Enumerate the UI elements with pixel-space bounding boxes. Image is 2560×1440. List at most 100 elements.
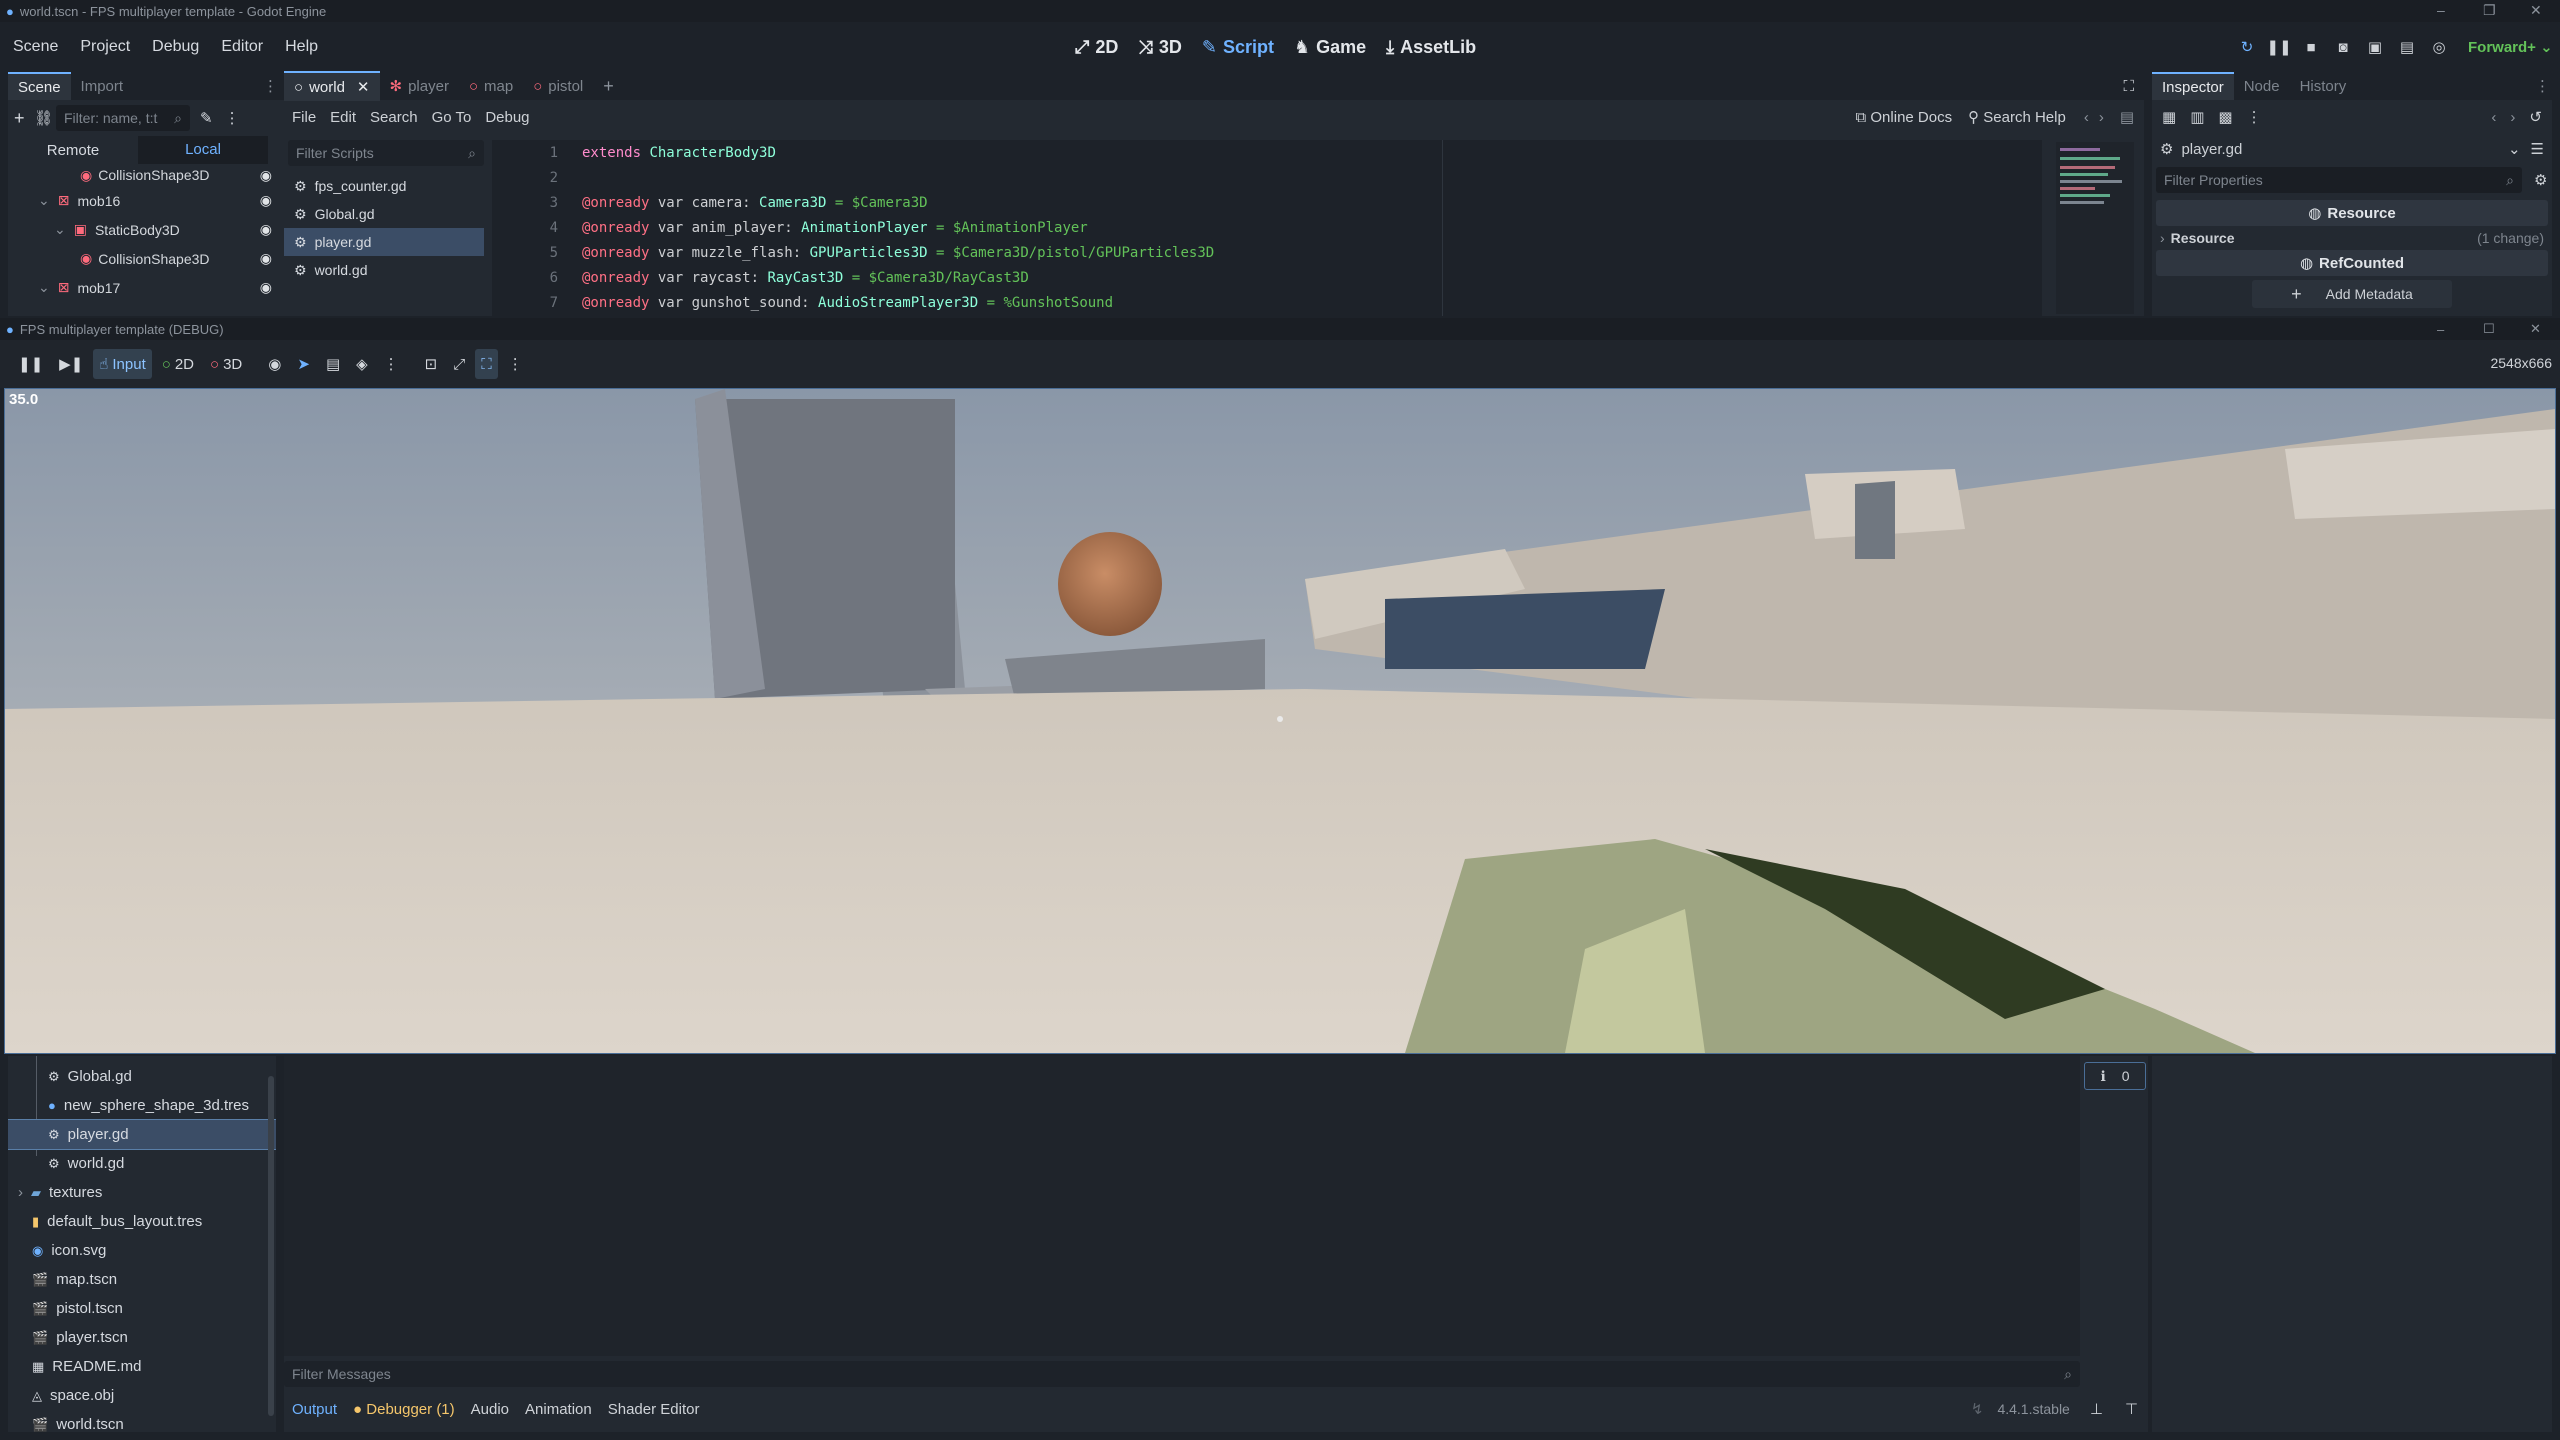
restore-icon[interactable]: ❐ [2483, 2, 2496, 19]
file-item[interactable]: ● new_sphere_shape_3d.tres [8, 1091, 276, 1120]
tab-world[interactable]: ○ world ✕ [284, 71, 380, 101]
local-button[interactable]: Local [138, 136, 268, 164]
script-menu-file[interactable]: File [292, 109, 316, 126]
save-icon[interactable]: ▩ [2218, 108, 2232, 126]
tab-animation[interactable]: Animation [525, 1401, 592, 1418]
script-menu-debug[interactable]: Debug [485, 109, 529, 126]
run-custom-scene-icon[interactable]: ▤ [2394, 34, 2420, 60]
2d-mode-button[interactable]: ○ 2D [156, 349, 200, 379]
script-menu-edit[interactable]: Edit [330, 109, 356, 126]
menu-editor[interactable]: Editor [221, 38, 263, 56]
resource-property-row[interactable]: › Resource (1 change) [2152, 226, 2552, 250]
tab-shader-editor[interactable]: Shader Editor [608, 1401, 700, 1418]
visibility-eye-icon[interactable]: ◉ [260, 167, 272, 184]
chevron-down-icon[interactable]: ⌄ [2508, 140, 2521, 158]
input-mode-button[interactable]: ☝ Input [93, 349, 152, 379]
tab-map[interactable]: ○ map [459, 72, 523, 100]
file-item[interactable]: ◬ space.obj [8, 1381, 276, 1410]
tree-item[interactable]: ⌄ ⊠ mob17 ◉ [8, 273, 284, 302]
expand-panel-icon[interactable]: ⊤ [2125, 1400, 2138, 1418]
script-list-item[interactable]: ⚙ player.gd [284, 228, 484, 256]
menu-help[interactable]: Help [285, 38, 318, 56]
more-options-icon[interactable]: ⋮ [2247, 108, 2262, 126]
code-minimap[interactable] [2056, 142, 2134, 314]
tab-output[interactable]: Output [292, 1401, 337, 1418]
code-editor[interactable]: 1 extends CharacterBody3D 2 3 @onready var c… [492, 140, 2042, 316]
file-item[interactable]: › ▰ textures [8, 1178, 276, 1207]
remote-button[interactable]: Remote [8, 142, 138, 159]
output-log[interactable] [284, 1056, 2080, 1356]
3d-mode-button[interactable]: ○ 3D [204, 349, 248, 379]
workspace-3d[interactable]: ⤨ 3D [1138, 37, 1181, 58]
camera-override-icon[interactable]: ◈ [350, 349, 374, 379]
list-select-icon[interactable]: ▤ [320, 349, 346, 379]
online-docs-button[interactable]: ⧉ Online Docs [1856, 109, 1953, 126]
menu-project[interactable]: Project [80, 38, 130, 56]
inspector-settings-icon[interactable]: ⚙ [2534, 171, 2547, 189]
renderer-select[interactable]: Forward+ ⌄ [2468, 38, 2553, 56]
toggle-panel-icon[interactable]: ▤ [2120, 108, 2134, 126]
filter-properties-input[interactable]: Filter Properties ⌕ [2156, 167, 2522, 193]
maximize-icon[interactable]: ☐ [2483, 321, 2495, 337]
section-refcounted[interactable]: ◍ RefCounted [2156, 250, 2548, 276]
tree-item[interactable]: ◉ CollisionShape3D ◉ [8, 164, 284, 186]
pause-game-icon[interactable]: ❚❚ [12, 349, 49, 379]
remote-debug-icon[interactable]: ◙ [2330, 34, 2356, 60]
script-menu-goto[interactable]: Go To [432, 109, 472, 126]
open-folder-icon[interactable]: ▥ [2190, 108, 2204, 126]
search-help-button[interactable]: ⚲ Search Help [1968, 108, 2066, 126]
more-options-icon[interactable]: ⋮ [378, 349, 405, 379]
minimize-icon[interactable]: – [2437, 2, 2445, 18]
forward-icon[interactable]: › [2510, 109, 2515, 126]
code-line[interactable]: 6 @onready var raycast: RayCast3D = $Came… [492, 265, 2042, 290]
stop-icon[interactable]: ■ [2298, 34, 2324, 60]
section-resource[interactable]: ◍ Resource [2156, 200, 2548, 226]
code-line[interactable]: 4 @onready var anim_player: AnimationPlay… [492, 215, 2042, 240]
filter-messages-input[interactable]: Filter Messages ⌕ [284, 1361, 2080, 1387]
expand-icon[interactable]: ⤢ [447, 349, 471, 379]
add-node-icon[interactable]: + [14, 108, 34, 129]
close-window-icon[interactable]: ✕ [2530, 321, 2541, 337]
menu-debug[interactable]: Debug [152, 38, 199, 56]
add-tab-icon[interactable]: + [603, 76, 614, 97]
workspace-script[interactable]: ✎ Script [1202, 37, 1274, 58]
tree-item[interactable]: ◉ CollisionShape3D ◉ [8, 244, 284, 273]
file-item[interactable]: ⚙ Global.gd [8, 1062, 276, 1091]
attach-script-icon[interactable]: ✎ [200, 109, 213, 127]
chevron-down-icon[interactable]: ⌄ [38, 279, 50, 296]
code-line[interactable]: 7 @onready var gunshot_sound: AudioStream… [492, 290, 2042, 315]
prev-script-icon[interactable]: ‹ [2084, 109, 2089, 126]
scene-filter-input[interactable]: Filter: name, t:t ⌕ [56, 105, 190, 131]
workspace-assetlib[interactable]: ⤓ AssetLib [1386, 37, 1476, 58]
scene-menu-icon[interactable]: ⋮ [225, 109, 240, 127]
add-metadata-button[interactable]: + Add Metadata [2252, 280, 2452, 308]
visibility-eye-icon[interactable]: ◉ [260, 250, 272, 267]
close-window-icon[interactable]: ✕ [2530, 2, 2542, 19]
more-options-icon[interactable]: ⋮ [502, 349, 529, 379]
file-item[interactable]: ⚙ player.gd [8, 1119, 276, 1150]
tab-inspector[interactable]: Inspector [2152, 72, 2234, 100]
message-count-badge[interactable]: ℹ 0 [2084, 1062, 2146, 1090]
file-item[interactable]: 🎬 map.tscn [8, 1265, 276, 1294]
file-item[interactable]: 🎬 world.tscn [8, 1410, 276, 1432]
visibility-eye-icon[interactable]: ◉ [260, 192, 272, 209]
code-line[interactable]: 2 [492, 165, 2042, 190]
minimize-icon[interactable]: – [2437, 322, 2444, 337]
menu-scene[interactable]: Scene [13, 38, 58, 56]
chevron-right-icon[interactable]: › [18, 1184, 23, 1201]
reload-icon[interactable]: ↻ [2234, 34, 2260, 60]
filter-scripts-input[interactable]: Filter Scripts ⌕ [288, 140, 484, 166]
workspace-2d[interactable]: ⤢ 2D [1075, 37, 1118, 58]
tab-debugger[interactable]: ● Debugger (1) [353, 1401, 455, 1418]
chevron-down-icon[interactable]: ⌄ [38, 192, 50, 209]
file-item[interactable]: ▮ default_bus_layout.tres [8, 1207, 276, 1236]
tab-history[interactable]: History [2290, 73, 2357, 99]
distraction-free-icon[interactable]: ⛶ [2123, 78, 2134, 95]
close-tab-icon[interactable]: ✕ [357, 78, 370, 96]
tab-node[interactable]: Node [2234, 73, 2290, 99]
dock-menu-icon[interactable]: ⋮ [2535, 77, 2550, 95]
pause-icon[interactable]: ❚❚ [2266, 34, 2292, 60]
next-frame-icon[interactable]: ▶❚ [53, 349, 89, 379]
history-icon[interactable]: ↺ [2529, 108, 2542, 126]
run-current-scene-icon[interactable]: ▣ [2362, 34, 2388, 60]
